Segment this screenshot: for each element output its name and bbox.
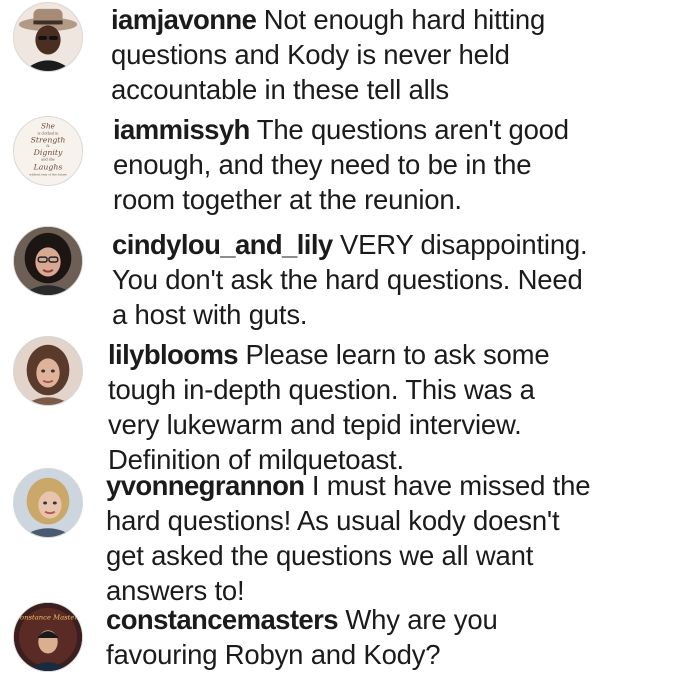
comment-username[interactable]: yvonnegrannon <box>106 470 305 501</box>
avatar-photo-dark-hair-icon <box>14 227 82 295</box>
comment-username[interactable]: lilyblooms <box>108 339 239 370</box>
comment-username[interactable]: constancemasters <box>106 604 339 635</box>
avatar[interactable]: She is clothed in Strength & Dignity and… <box>13 116 83 186</box>
avatar-photo-hat-icon <box>14 3 82 71</box>
comment-text: VERY disappointing. <box>340 229 588 260</box>
svg-text:and she: and she <box>41 158 54 162</box>
comment-username[interactable]: iammissyh <box>113 114 250 145</box>
avatar-photo-brunette-icon <box>14 337 82 405</box>
avatar-photo-blonde-icon <box>14 469 82 537</box>
comment-text: I must have missed the <box>311 470 591 501</box>
comment-text: hard questions! As usual kody doesn't <box>106 505 560 536</box>
comment-text: questions and Kody is never held <box>111 39 510 70</box>
comment-text: favouring Robyn and Kody? <box>106 639 441 670</box>
comment-text: room together at the reunion. <box>113 184 462 215</box>
svg-text:Dignity: Dignity <box>33 148 63 157</box>
comment-text: You don't ask the hard questions. Need <box>112 264 583 295</box>
avatar-script-quote-icon: She is clothed in Strength & Dignity and… <box>14 117 82 185</box>
svg-text:She: She <box>41 122 55 131</box>
avatar[interactable] <box>13 2 83 72</box>
svg-text:Constance Masters: Constance Masters <box>15 614 82 622</box>
comment-username[interactable]: iamjavonne <box>111 4 257 35</box>
avatar[interactable] <box>13 226 83 296</box>
avatar-photo-dark-logo-icon: Constance Masters <box>14 603 82 671</box>
comment-text: tough in-depth question. This was a <box>108 374 535 405</box>
comment-text: The questions aren't good <box>256 114 569 145</box>
avatar[interactable] <box>13 336 83 406</box>
comment-text: a host with guts. <box>112 299 308 330</box>
comment-text: Why are you <box>345 604 498 635</box>
comment-text: Please learn to ask some <box>245 339 550 370</box>
svg-text:without fear of the future: without fear of the future <box>29 172 67 176</box>
avatar[interactable] <box>13 468 83 538</box>
svg-text:Laughs: Laughs <box>33 162 63 171</box>
comment-text: get asked the questions we all want <box>106 540 534 571</box>
comment-text: very lukewarm and tepid interview. <box>108 409 522 440</box>
avatar[interactable]: Constance Masters <box>13 602 83 672</box>
comment-username[interactable]: cindylou_and_lily <box>112 229 333 260</box>
comment-text: Not enough hard hitting <box>263 4 546 35</box>
comment-text: enough, and they need to be in the <box>113 149 532 180</box>
comment-text: accountable in these tell alls <box>111 74 449 105</box>
